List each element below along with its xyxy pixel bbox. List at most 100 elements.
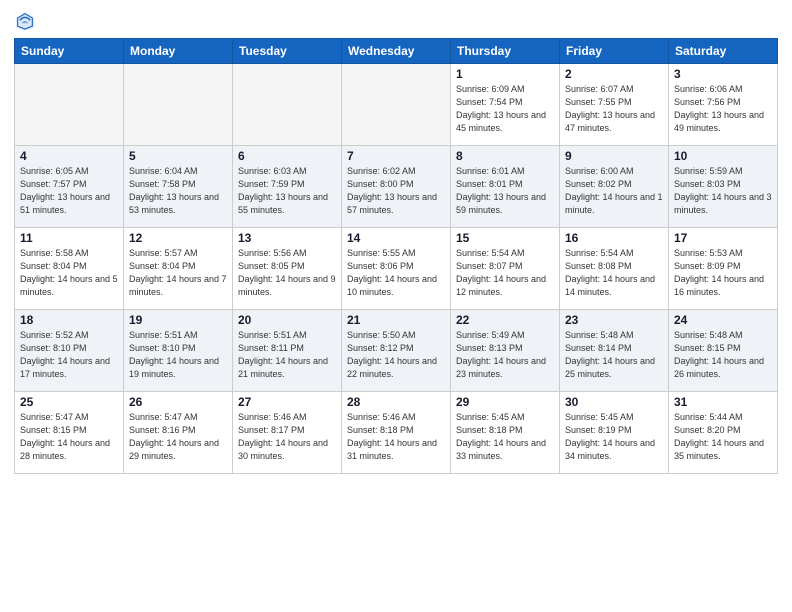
day-number: 8 xyxy=(456,149,554,163)
day-number: 24 xyxy=(674,313,772,327)
day-info: Sunrise: 5:47 AMSunset: 8:15 PMDaylight:… xyxy=(20,411,118,463)
day-number: 15 xyxy=(456,231,554,245)
calendar-cell: 18 Sunrise: 5:52 AMSunset: 8:10 PMDayligh… xyxy=(15,310,124,392)
day-number: 2 xyxy=(565,67,663,81)
calendar-cell: 23 Sunrise: 5:48 AMSunset: 8:14 PMDayligh… xyxy=(560,310,669,392)
calendar-week-row: 11Sunrise: 5:58 AMSunset: 8:04 PMDayligh… xyxy=(15,228,778,310)
calendar-cell: 24 Sunrise: 5:48 AMSunset: 8:15 PMDayligh… xyxy=(669,310,778,392)
logo xyxy=(14,10,40,32)
calendar-cell: 15 Sunrise: 5:54 AMSunset: 8:07 PMDayligh… xyxy=(451,228,560,310)
calendar-cell: 21 Sunrise: 5:50 AMSunset: 8:12 PMDayligh… xyxy=(342,310,451,392)
calendar-cell: 28 Sunrise: 5:46 AMSunset: 8:18 PMDayligh… xyxy=(342,392,451,474)
calendar-cell xyxy=(342,64,451,146)
calendar-cell: 13 Sunrise: 5:56 AMSunset: 8:05 PMDayligh… xyxy=(233,228,342,310)
day-info: Sunrise: 5:48 AMSunset: 8:14 PMDaylight:… xyxy=(565,329,663,381)
calendar-cell: 10Sunrise: 5:59 AMSunset: 8:03 PMDayligh… xyxy=(669,146,778,228)
calendar-cell: 27Sunrise: 5:46 AMSunset: 8:17 PMDayligh… xyxy=(233,392,342,474)
day-number: 12 xyxy=(129,231,227,245)
day-info: Sunrise: 6:05 AMSunset: 7:57 PMDaylight:… xyxy=(20,165,118,217)
calendar-cell: 20 Sunrise: 5:51 AMSunset: 8:11 PMDayligh… xyxy=(233,310,342,392)
calendar-cell: 7Sunrise: 6:02 AMSunset: 8:00 PMDaylight… xyxy=(342,146,451,228)
day-info: Sunrise: 5:45 AMSunset: 8:18 PMDaylight:… xyxy=(456,411,554,463)
day-info: Sunrise: 5:50 AMSunset: 8:12 PMDaylight:… xyxy=(347,329,445,381)
calendar-cell: 25 Sunrise: 5:47 AMSunset: 8:15 PMDayligh… xyxy=(15,392,124,474)
weekday-header: Sunday xyxy=(15,39,124,64)
day-number: 20 xyxy=(238,313,336,327)
day-info: Sunrise: 5:44 AMSunset: 8:20 PMDaylight:… xyxy=(674,411,772,463)
logo-icon xyxy=(14,10,36,32)
weekday-header: Monday xyxy=(124,39,233,64)
calendar-cell: 5Sunrise: 6:04 AMSunset: 7:58 PMDaylight… xyxy=(124,146,233,228)
calendar-cell xyxy=(124,64,233,146)
day-number: 21 xyxy=(347,313,445,327)
calendar: SundayMondayTuesdayWednesdayThursdayFrid… xyxy=(14,38,778,474)
calendar-week-row: 1 Sunrise: 6:09 AMSunset: 7:54 PMDaylight… xyxy=(15,64,778,146)
day-number: 26 xyxy=(129,395,227,409)
day-info: Sunrise: 5:47 AMSunset: 8:16 PMDaylight:… xyxy=(129,411,227,463)
day-number: 3 xyxy=(674,67,772,81)
weekday-header: Thursday xyxy=(451,39,560,64)
day-number: 30 xyxy=(565,395,663,409)
day-info: Sunrise: 5:58 AMSunset: 8:04 PMDaylight:… xyxy=(20,247,118,299)
day-info: Sunrise: 5:54 AMSunset: 8:08 PMDaylight:… xyxy=(565,247,663,299)
calendar-cell: 9 Sunrise: 6:00 AMSunset: 8:02 PMDaylight… xyxy=(560,146,669,228)
day-info: Sunrise: 5:48 AMSunset: 8:15 PMDaylight:… xyxy=(674,329,772,381)
calendar-cell: 26 Sunrise: 5:47 AMSunset: 8:16 PMDayligh… xyxy=(124,392,233,474)
weekday-header: Wednesday xyxy=(342,39,451,64)
weekday-header: Friday xyxy=(560,39,669,64)
day-info: Sunrise: 5:49 AMSunset: 8:13 PMDaylight:… xyxy=(456,329,554,381)
page: SundayMondayTuesdayWednesdayThursdayFrid… xyxy=(0,0,792,612)
calendar-cell: 6 Sunrise: 6:03 AMSunset: 7:59 PMDaylight… xyxy=(233,146,342,228)
calendar-week-row: 18 Sunrise: 5:52 AMSunset: 8:10 PMDayligh… xyxy=(15,310,778,392)
header xyxy=(14,10,778,32)
calendar-cell: 16 Sunrise: 5:54 AMSunset: 8:08 PMDayligh… xyxy=(560,228,669,310)
day-number: 4 xyxy=(20,149,118,163)
calendar-cell xyxy=(15,64,124,146)
day-info: Sunrise: 5:46 AMSunset: 8:18 PMDaylight:… xyxy=(347,411,445,463)
day-info: Sunrise: 6:00 AMSunset: 8:02 PMDaylight:… xyxy=(565,165,663,217)
calendar-cell: 11Sunrise: 5:58 AMSunset: 8:04 PMDayligh… xyxy=(15,228,124,310)
day-number: 14 xyxy=(347,231,445,245)
calendar-cell: 14 Sunrise: 5:55 AMSunset: 8:06 PMDayligh… xyxy=(342,228,451,310)
day-info: Sunrise: 6:01 AMSunset: 8:01 PMDaylight:… xyxy=(456,165,554,217)
day-number: 17 xyxy=(674,231,772,245)
calendar-cell: 2 Sunrise: 6:07 AMSunset: 7:55 PMDaylight… xyxy=(560,64,669,146)
calendar-cell: 22Sunrise: 5:49 AMSunset: 8:13 PMDayligh… xyxy=(451,310,560,392)
day-info: Sunrise: 5:56 AMSunset: 8:05 PMDaylight:… xyxy=(238,247,336,299)
calendar-cell: 30 Sunrise: 5:45 AMSunset: 8:19 PMDayligh… xyxy=(560,392,669,474)
day-number: 18 xyxy=(20,313,118,327)
day-number: 29 xyxy=(456,395,554,409)
day-number: 16 xyxy=(565,231,663,245)
day-info: Sunrise: 5:51 AMSunset: 8:10 PMDaylight:… xyxy=(129,329,227,381)
day-info: Sunrise: 5:52 AMSunset: 8:10 PMDaylight:… xyxy=(20,329,118,381)
calendar-week-row: 25 Sunrise: 5:47 AMSunset: 8:15 PMDayligh… xyxy=(15,392,778,474)
day-number: 23 xyxy=(565,313,663,327)
day-info: Sunrise: 6:04 AMSunset: 7:58 PMDaylight:… xyxy=(129,165,227,217)
day-number: 28 xyxy=(347,395,445,409)
day-info: Sunrise: 5:59 AMSunset: 8:03 PMDaylight:… xyxy=(674,165,772,217)
day-info: Sunrise: 6:07 AMSunset: 7:55 PMDaylight:… xyxy=(565,83,663,135)
day-number: 31 xyxy=(674,395,772,409)
day-info: Sunrise: 5:46 AMSunset: 8:17 PMDaylight:… xyxy=(238,411,336,463)
day-info: Sunrise: 5:53 AMSunset: 8:09 PMDaylight:… xyxy=(674,247,772,299)
weekday-header: Tuesday xyxy=(233,39,342,64)
day-info: Sunrise: 5:51 AMSunset: 8:11 PMDaylight:… xyxy=(238,329,336,381)
day-number: 25 xyxy=(20,395,118,409)
calendar-cell: 17 Sunrise: 5:53 AMSunset: 8:09 PMDayligh… xyxy=(669,228,778,310)
calendar-cell: 12Sunrise: 5:57 AMSunset: 8:04 PMDayligh… xyxy=(124,228,233,310)
calendar-cell: 4 Sunrise: 6:05 AMSunset: 7:57 PMDaylight… xyxy=(15,146,124,228)
day-info: Sunrise: 5:45 AMSunset: 8:19 PMDaylight:… xyxy=(565,411,663,463)
day-number: 1 xyxy=(456,67,554,81)
calendar-week-row: 4 Sunrise: 6:05 AMSunset: 7:57 PMDaylight… xyxy=(15,146,778,228)
day-number: 9 xyxy=(565,149,663,163)
calendar-cell: 3Sunrise: 6:06 AMSunset: 7:56 PMDaylight… xyxy=(669,64,778,146)
day-info: Sunrise: 5:55 AMSunset: 8:06 PMDaylight:… xyxy=(347,247,445,299)
day-info: Sunrise: 6:03 AMSunset: 7:59 PMDaylight:… xyxy=(238,165,336,217)
day-info: Sunrise: 6:09 AMSunset: 7:54 PMDaylight:… xyxy=(456,83,554,135)
day-info: Sunrise: 5:54 AMSunset: 8:07 PMDaylight:… xyxy=(456,247,554,299)
day-number: 13 xyxy=(238,231,336,245)
calendar-cell: 29 Sunrise: 5:45 AMSunset: 8:18 PMDayligh… xyxy=(451,392,560,474)
day-number: 6 xyxy=(238,149,336,163)
calendar-cell: 19Sunrise: 5:51 AMSunset: 8:10 PMDayligh… xyxy=(124,310,233,392)
calendar-cell xyxy=(233,64,342,146)
